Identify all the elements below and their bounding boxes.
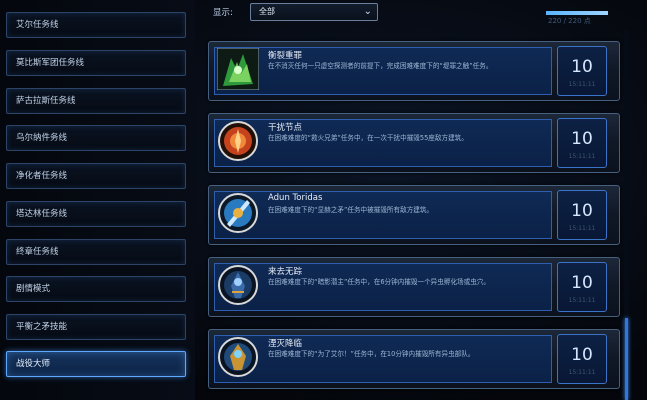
sidebar-item-label: 塔达林任务线	[16, 209, 68, 219]
achievement-title: 来去无踪	[268, 267, 303, 277]
achievement-info-panel	[214, 119, 552, 167]
achievement-points: 10	[571, 201, 593, 221]
achievement-date: 15:11:11	[568, 81, 596, 88]
sidebar-item-label: 平衡之矛技能	[16, 322, 68, 332]
achievement-title: 湮灭降临	[268, 339, 303, 349]
golden-warrior-icon	[218, 337, 258, 377]
filter-selected-value: 全部	[259, 7, 275, 16]
blue-blade-icon	[218, 193, 258, 233]
points-badge: 10 15:11:11	[557, 118, 607, 168]
sidebar-item-ulnar[interactable]: 乌尔纳件务线	[6, 125, 186, 151]
achievement-date: 15:11:11	[568, 369, 596, 376]
achievement-title: 衡裂重罪	[268, 51, 303, 61]
shadow-warrior-icon	[218, 265, 258, 305]
achievement-description: 在困难难度的“救火兄弟”任务中，在一次干扰中摧毁55座敌方建筑。	[268, 134, 468, 142]
achievement-card[interactable]: Adun Toridas 在困难难度下的“显赫之矛”任务中被摧毁所有敌方建筑。 …	[208, 185, 620, 245]
achievement-date: 15:11:11	[568, 153, 596, 160]
sidebar-item-ai-er[interactable]: 艾尔任务线	[6, 12, 186, 38]
achievement-title: 干扰节点	[268, 123, 303, 133]
sidebar: 艾尔任务线 莫比斯军团任务线 萨古拉斯任务线 乌尔纳件务线 净化者任务线 塔达林…	[0, 0, 195, 400]
sidebar-item-campaign-master[interactable]: 战役大师	[6, 351, 186, 377]
progress-fill	[546, 11, 608, 15]
achievement-points: 10	[571, 57, 593, 77]
sidebar-item-label: 萨古拉斯任务线	[16, 96, 76, 106]
sidebar-item-label: 艾尔任务线	[16, 20, 59, 30]
sidebar-item-label: 战役大师	[16, 359, 51, 369]
achievement-points: 10	[571, 273, 593, 293]
achievement-date: 15:11:11	[568, 225, 596, 232]
chevron-down-icon: ⌄	[363, 6, 372, 17]
sidebar-item-label: 剧情模式	[16, 284, 51, 294]
points-badge: 10 15:11:11	[557, 334, 607, 384]
sidebar-item-finale[interactable]: 终章任务线	[6, 239, 186, 265]
achievement-points: 10	[571, 345, 593, 365]
sidebar-item-sagulas[interactable]: 萨古拉斯任务线	[6, 88, 186, 114]
achievement-description: 在困难难度下的“为了艾尔！”任务中，在10分钟内摧毁所有异虫部队。	[268, 350, 475, 358]
points-badge: 10 15:11:11	[557, 190, 607, 240]
sidebar-item-mobius[interactable]: 莫比斯军团任务线	[6, 50, 186, 76]
scrollbar-thumb[interactable]	[625, 318, 628, 400]
achievement-description: 在困难难度下的“暗影潜主”任务中，在6分钟内摧毁一个异虫孵化场或虫穴。	[268, 278, 491, 286]
achievement-card[interactable]: 衡裂重罪 在不消灭任何一只虚空探测者的前提下，完成困难难度下的“堤罪之触”任务。…	[208, 41, 620, 101]
sidebar-item-spear-skills[interactable]: 平衡之矛技能	[6, 314, 186, 340]
achievement-info-panel	[214, 335, 552, 383]
achievements-screen: 艾尔任务线 莫比斯军团任务线 萨古拉斯任务线 乌尔纳件务线 净化者任务线 塔达林…	[0, 0, 647, 400]
achievement-info-panel	[214, 47, 552, 95]
green-crystal-icon	[217, 48, 259, 90]
sidebar-item-label: 净化者任务线	[16, 171, 68, 181]
progress-text: 220 / 220 点	[548, 17, 591, 25]
red-sigil-icon	[218, 121, 258, 161]
achievement-date: 15:11:11	[568, 297, 596, 304]
points-badge: 10 15:11:11	[557, 46, 607, 96]
achievement-description: 在困难难度下的“显赫之矛”任务中被摧毁所有敌方建筑。	[268, 206, 434, 214]
sidebar-item-label: 莫比斯军团任务线	[16, 58, 85, 68]
sidebar-item-label: 终章任务线	[16, 247, 59, 257]
sidebar-item-purifier[interactable]: 净化者任务线	[6, 163, 186, 189]
achievement-info-panel	[214, 191, 552, 239]
points-badge: 10 15:11:11	[557, 262, 607, 312]
achievement-card[interactable]: 干扰节点 在困难难度的“救火兄弟”任务中，在一次干扰中摧毁55座敌方建筑。 10…	[208, 113, 620, 173]
sidebar-item-label: 乌尔纳件务线	[16, 133, 68, 143]
progress-bar	[546, 11, 608, 15]
achievement-info-panel	[214, 263, 552, 311]
sidebar-item-story-mode[interactable]: 剧情模式	[6, 276, 186, 302]
achievement-title: Adun Toridas	[268, 193, 323, 203]
achievement-description: 在不消灭任何一只虚空探测者的前提下，完成困难难度下的“堤罪之触”任务。	[268, 62, 493, 70]
achievement-card[interactable]: 来去无踪 在困难难度下的“暗影潜主”任务中，在6分钟内摧毁一个异虫孵化场或虫穴。…	[208, 257, 620, 317]
filter-label: 显示:	[213, 8, 233, 18]
filter-dropdown[interactable]: 全部 ⌄	[250, 3, 378, 21]
achievement-card[interactable]: 湮灭降临 在困难难度下的“为了艾尔！”任务中，在10分钟内摧毁所有异虫部队。 1…	[208, 329, 620, 389]
sidebar-item-taldarim[interactable]: 塔达林任务线	[6, 201, 186, 227]
achievement-points: 10	[571, 129, 593, 149]
